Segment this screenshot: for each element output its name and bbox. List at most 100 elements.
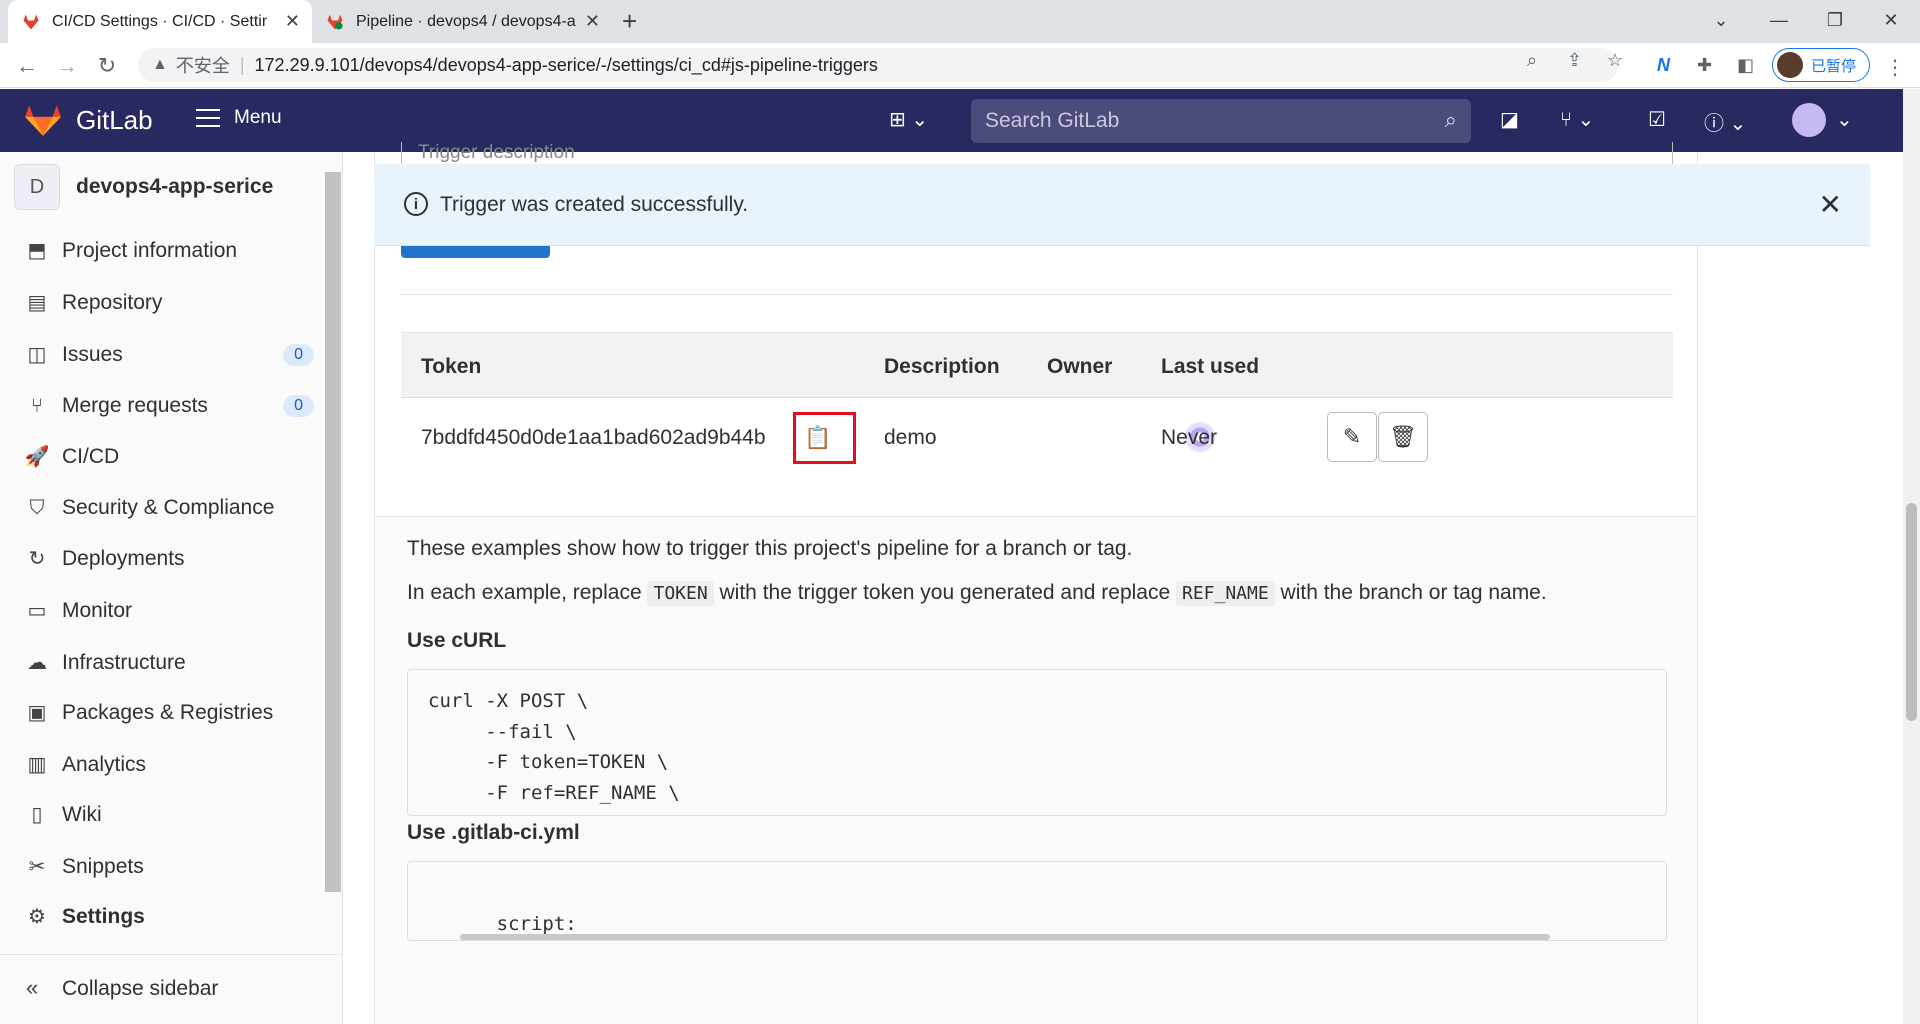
count-badge: 0 bbox=[283, 343, 314, 366]
url-text[interactable]: 172.29.9.101/devops4/devops4-app-serice/… bbox=[255, 55, 878, 76]
column-header-last-used: Last used bbox=[1161, 355, 1260, 378]
examples-intro: These examples show how to trigger this … bbox=[407, 537, 1133, 560]
browser-tab-pipeline[interactable]: Pipeline · devops4 / devops4-app-serice … bbox=[312, 0, 612, 43]
gitlab-favicon-icon bbox=[327, 14, 343, 29]
project-info-icon: ⬒ bbox=[27, 240, 47, 262]
sidebar-item-analytics[interactable]: ▥ Analytics bbox=[24, 752, 314, 777]
user-chevron-down-icon[interactable]: ⌄ bbox=[1836, 107, 1853, 132]
deployments-icon: ↻ bbox=[28, 548, 46, 570]
code-horizontal-scrollbar[interactable] bbox=[460, 934, 1550, 940]
project-avatar: D bbox=[14, 164, 60, 210]
dismiss-flash-close-icon[interactable]: ✕ bbox=[1819, 188, 1842, 221]
repository-icon: ▤ bbox=[27, 292, 47, 314]
table-header: Token Description Owner Last used bbox=[401, 332, 1673, 398]
infrastructure-icon: ☁ bbox=[27, 652, 47, 674]
search-input[interactable]: Search GitLab ⌕ bbox=[971, 99, 1471, 143]
browser-tab-ci-cd-settings[interactable]: CI/CD Settings · CI/CD · Settings ✕ bbox=[8, 0, 312, 43]
menu-button[interactable]: Menu bbox=[196, 107, 282, 129]
pencil-icon: ✎ bbox=[1342, 424, 1362, 449]
sidebar-item-label: Repository bbox=[62, 290, 163, 314]
sidebar-item-label: Monitor bbox=[62, 598, 133, 622]
sidebar-item-merge-requests[interactable]: ⑂ Merge requests 0 bbox=[24, 394, 314, 418]
todo-checkbox-icon[interactable]: ☑ bbox=[1648, 107, 1666, 132]
create-new-icon[interactable]: ⊞ ⌄ bbox=[889, 107, 928, 132]
shield-icon: ⛉ bbox=[29, 496, 45, 519]
copy-token-button[interactable]: 📋 bbox=[793, 412, 856, 464]
back-arrow-icon[interactable]: ← bbox=[12, 51, 42, 81]
address-bar[interactable]: ▲ 不安全 | 172.29.9.101/devops4/devops4-app… bbox=[138, 48, 1618, 82]
tab-search-chevron-icon[interactable]: ⌄ bbox=[1692, 0, 1750, 40]
warning-triangle-icon[interactable]: ▲ bbox=[152, 56, 168, 74]
bookmark-star-icon[interactable]: ☆ bbox=[1607, 50, 1623, 71]
extensions-puzzle-icon[interactable]: ✚ bbox=[1697, 55, 1712, 76]
clipboard-icon: 📋 bbox=[804, 425, 832, 450]
close-tab-icon[interactable]: ✕ bbox=[585, 11, 600, 32]
issues-icon: ◫ bbox=[27, 344, 47, 366]
forward-arrow-icon[interactable]: → bbox=[52, 51, 82, 81]
browser-menu-icon[interactable]: ⋮ bbox=[1885, 55, 1905, 80]
tab-title: Pipeline · devops4 / devops4-app-serice bbox=[356, 12, 576, 30]
help-icon[interactable]: ⓘ ⌄ bbox=[1704, 107, 1746, 136]
minimize-window-icon[interactable]: — bbox=[1750, 0, 1808, 40]
sidebar-item-monitor[interactable]: ▭ Monitor bbox=[24, 598, 314, 623]
close-tab-icon[interactable]: ✕ bbox=[285, 11, 300, 32]
sidebar-scrollbar[interactable] bbox=[325, 172, 341, 892]
divider bbox=[401, 294, 1673, 295]
curl-code-block[interactable]: curl -X POST \ --fail \ -F token=TOKEN \… bbox=[407, 669, 1667, 816]
trigger-description-input[interactable]: Trigger description bbox=[401, 142, 1673, 166]
close-window-icon[interactable]: ✕ bbox=[1862, 0, 1920, 40]
sidebar-item-label: Packages & Registries bbox=[62, 700, 274, 724]
user-avatar[interactable] bbox=[1792, 103, 1826, 137]
collapse-sidebar-button[interactable]: « Collapse sidebar bbox=[0, 954, 343, 1024]
new-tab-button[interactable]: + bbox=[622, 6, 637, 37]
sidebar-item-label: Security & Compliance bbox=[62, 496, 275, 519]
project-header[interactable]: D devops4-app-serice bbox=[14, 164, 273, 210]
search-icon: ⌕ bbox=[1444, 107, 1457, 132]
flash-message: i Trigger was created successfully. ✕ bbox=[374, 164, 1870, 246]
rocket-icon: 🚀 bbox=[24, 446, 50, 468]
collapse-sidebar-label: Collapse sidebar bbox=[62, 977, 219, 1000]
profile-label: 已暂停 bbox=[1811, 57, 1857, 75]
restore-window-icon[interactable]: ❐ bbox=[1806, 0, 1864, 40]
zoom-icon[interactable]: ⌕ bbox=[1527, 50, 1537, 71]
browser-toolbar: ← → ↻ ▲ 不安全 | 172.29.9.101/devops4/devop… bbox=[0, 43, 1920, 88]
profile-button[interactable]: 已暂停 bbox=[1772, 48, 1870, 82]
side-panel-icon[interactable]: ◧ bbox=[1737, 55, 1754, 76]
issues-shortcut-icon[interactable]: ◪ bbox=[1500, 107, 1519, 132]
page-scrollbar[interactable] bbox=[1903, 89, 1920, 1024]
sidebar-item-snippets[interactable]: ✂ Snippets bbox=[24, 854, 314, 879]
sidebar-item-ci-cd[interactable]: 🚀 CI/CD bbox=[24, 444, 314, 469]
trash-icon: 🗑 bbox=[1389, 424, 1417, 449]
sidebar-item-label: Infrastructure bbox=[62, 650, 186, 674]
gitlab-logo-icon[interactable] bbox=[24, 103, 62, 137]
sidebar-item-wiki[interactable]: ▯ Wiki bbox=[24, 802, 314, 827]
merge-requests-shortcut-icon[interactable]: ⑂ ⌄ bbox=[1560, 107, 1594, 132]
sidebar-item-label: Merge requests bbox=[62, 394, 208, 417]
sidebar-item-packages-registries[interactable]: ▣ Packages & Registries bbox=[24, 700, 314, 725]
share-icon[interactable]: ⇪ bbox=[1567, 50, 1582, 71]
sidebar-item-repository[interactable]: ▤ Repository bbox=[24, 290, 314, 315]
sidebar-item-infrastructure[interactable]: ☁ Infrastructure bbox=[24, 650, 314, 675]
trigger-description: demo bbox=[884, 426, 937, 449]
sidebar-item-project-information[interactable]: ⬒ Project information bbox=[24, 238, 314, 263]
extension-n-icon[interactable]: N bbox=[1657, 55, 1670, 76]
trigger-description-placeholder: Trigger description bbox=[418, 142, 575, 163]
package-icon: ▣ bbox=[27, 702, 47, 724]
replace-post: with the branch or tag name. bbox=[1280, 581, 1547, 604]
edit-trigger-button[interactable]: ✎ bbox=[1327, 412, 1377, 462]
sidebar-item-settings[interactable]: ⚙ Settings bbox=[24, 904, 314, 929]
main-content: Trigger description Token Description Ow… bbox=[374, 142, 1698, 1024]
gitlab-brand[interactable]: GitLab bbox=[76, 105, 153, 136]
revoke-trigger-button[interactable]: 🗑 bbox=[1378, 412, 1428, 462]
replace-instructions: In each example, replace TOKEN with the … bbox=[407, 581, 1547, 606]
gitlab-favicon-icon bbox=[23, 14, 39, 29]
page-scrollbar-thumb[interactable] bbox=[1906, 503, 1917, 721]
reload-icon[interactable]: ↻ bbox=[92, 51, 122, 81]
sidebar-item-security-compliance[interactable]: ⛉ Security & Compliance bbox=[24, 496, 314, 520]
gitlab-ci-yml-code-block[interactable]: script: - "curl -X POST --fail -F token=… bbox=[407, 861, 1667, 941]
double-chevron-left-icon: « bbox=[26, 975, 39, 1000]
sidebar-item-deployments[interactable]: ↻ Deployments bbox=[24, 546, 314, 571]
hamburger-icon bbox=[196, 109, 220, 127]
trigger-last-used: Never bbox=[1161, 426, 1218, 449]
sidebar-item-issues[interactable]: ◫ Issues 0 bbox=[24, 342, 314, 367]
